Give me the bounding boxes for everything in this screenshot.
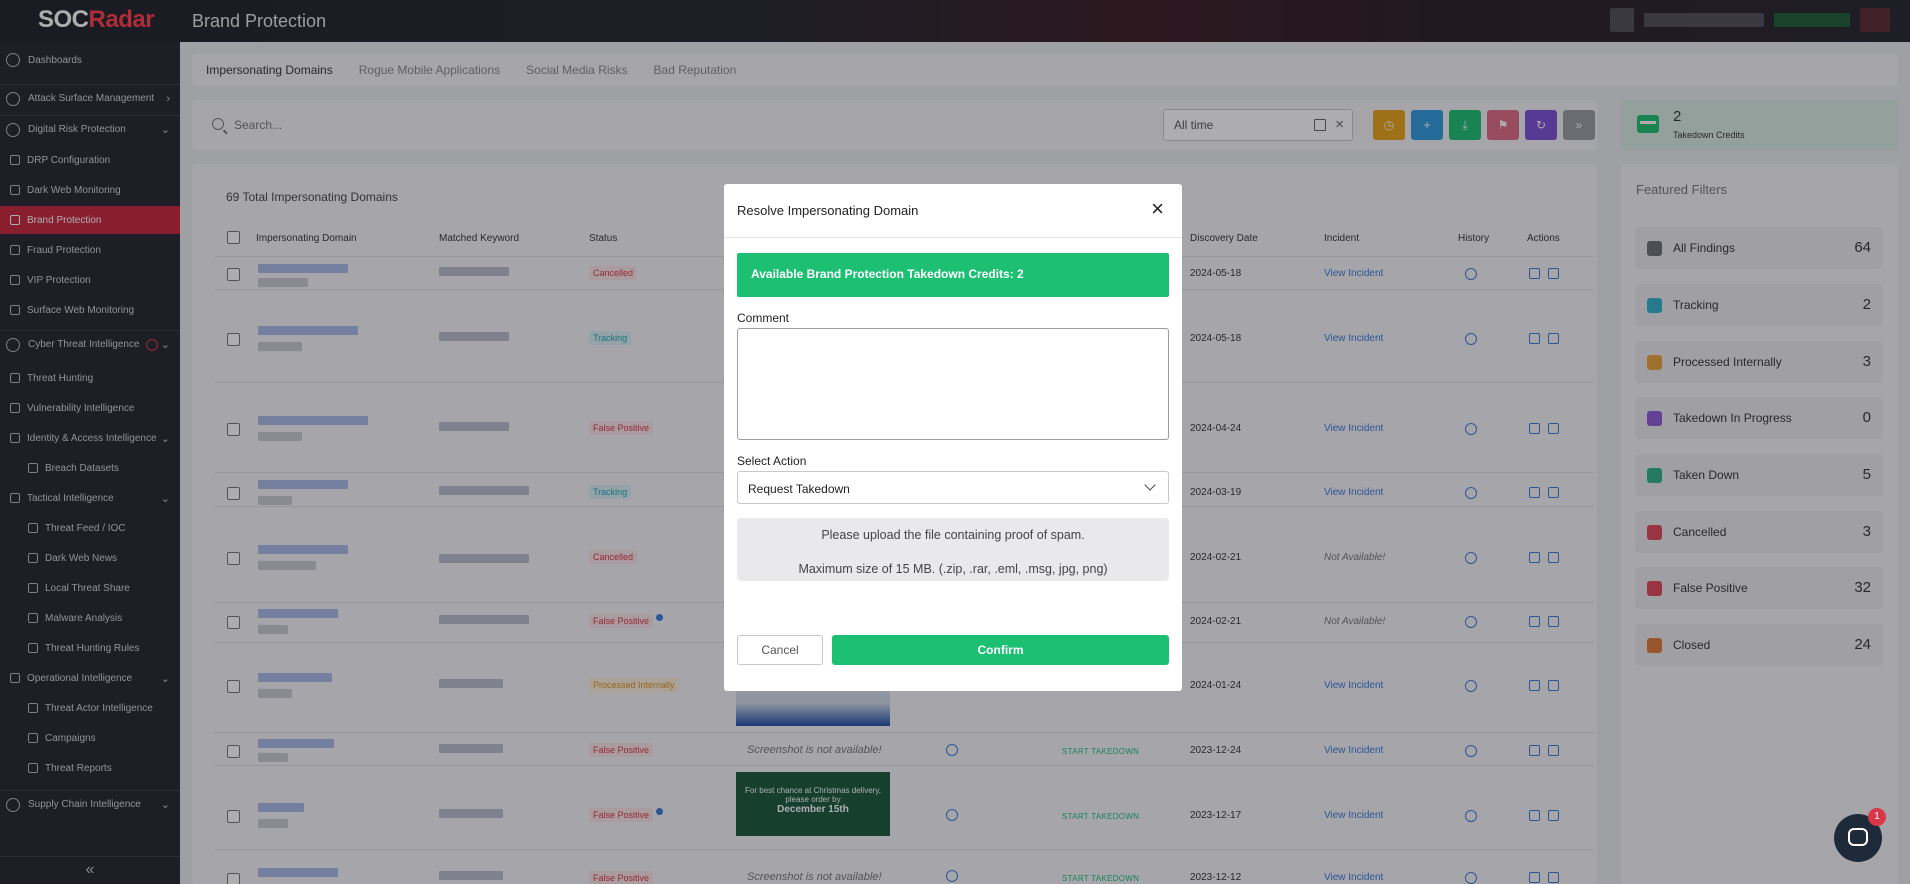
select-action-label: Select Action bbox=[737, 454, 807, 468]
support-chat-button[interactable]: 1 bbox=[1834, 808, 1886, 862]
confirm-button[interactable]: Confirm bbox=[832, 635, 1169, 665]
available-credits-banner: Available Brand Protection Takedown Cred… bbox=[737, 253, 1169, 297]
notification-badge: 1 bbox=[1868, 808, 1886, 826]
chat-icon bbox=[1848, 828, 1868, 846]
upload-size-hint: Maximum size of 15 MB. (.zip, .rar, .eml… bbox=[798, 562, 1108, 576]
file-upload-dropzone[interactable]: Please upload the file containing proof … bbox=[737, 518, 1169, 581]
resolve-domain-modal: Resolve Impersonating Domain × Available… bbox=[724, 184, 1182, 691]
close-icon[interactable]: × bbox=[1151, 196, 1164, 222]
cancel-button[interactable]: Cancel bbox=[737, 635, 823, 665]
comment-textarea[interactable] bbox=[737, 328, 1169, 440]
modal-title: Resolve Impersonating Domain bbox=[737, 203, 919, 218]
chevron-down-icon bbox=[1144, 479, 1156, 491]
modal-header: Resolve Impersonating Domain × bbox=[724, 184, 1182, 238]
upload-instruction: Please upload the file containing proof … bbox=[821, 528, 1085, 542]
action-select[interactable]: Request Takedown bbox=[737, 471, 1169, 504]
comment-label: Comment bbox=[737, 311, 790, 325]
